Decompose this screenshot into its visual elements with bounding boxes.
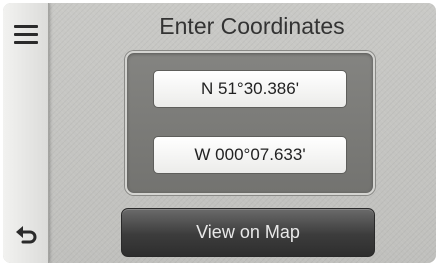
view-on-map-button[interactable]: View on Map	[121, 208, 375, 257]
back-icon[interactable]	[15, 224, 39, 246]
side-toolbar	[3, 3, 49, 263]
page-title: Enter Coordinates	[159, 13, 345, 39]
menu-icon[interactable]	[14, 25, 38, 45]
navigation-screen: Enter Coordinates N 51°30.386' W 000°07.…	[3, 3, 436, 263]
longitude-field[interactable]: W 000°07.633'	[153, 136, 347, 174]
latitude-field[interactable]: N 51°30.386'	[153, 70, 347, 108]
coordinates-panel: N 51°30.386' W 000°07.633'	[125, 51, 375, 195]
